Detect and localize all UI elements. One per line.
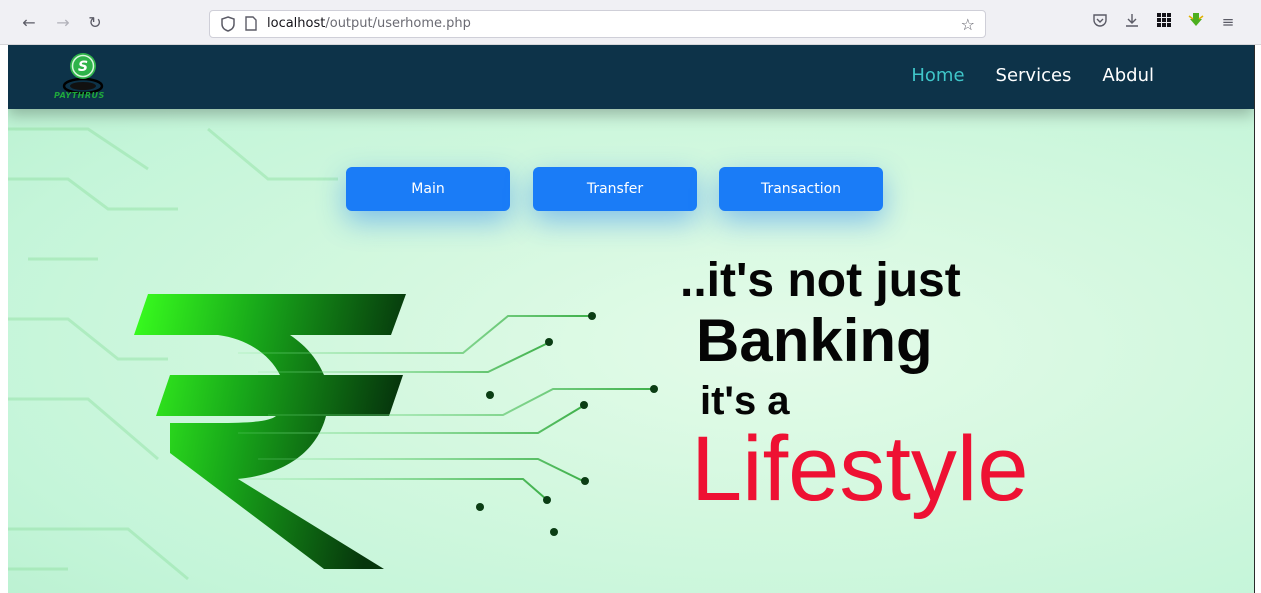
- rupee-symbol: [134, 294, 406, 569]
- page-viewport: S PAYTHRUS Home Services Abdul Main Tran…: [8, 45, 1254, 593]
- url-host: localhost: [267, 16, 326, 31]
- download-icon[interactable]: [1122, 12, 1142, 32]
- logo-text: PAYTHRUS: [54, 91, 105, 100]
- browser-toolbar: ← → ↻ localhost/output/userhome.php ☆ ≡: [0, 0, 1261, 45]
- transfer-button[interactable]: Transfer: [533, 167, 697, 211]
- main-button[interactable]: Main: [346, 167, 510, 211]
- hero-line-1: ..it's not just: [680, 254, 961, 307]
- address-bar[interactable]: localhost/output/userhome.php ☆: [209, 10, 986, 38]
- transaction-button[interactable]: Transaction: [719, 167, 883, 211]
- apps-grid-icon[interactable]: [1154, 12, 1174, 32]
- back-icon[interactable]: ←: [20, 14, 38, 32]
- site-navbar: S PAYTHRUS Home Services Abdul: [8, 45, 1254, 109]
- nav-user-link[interactable]: Abdul: [1102, 65, 1154, 86]
- pocket-icon[interactable]: [1090, 12, 1110, 32]
- url-text[interactable]: localhost/output/userhome.php: [267, 16, 471, 31]
- reload-icon[interactable]: ↻: [86, 14, 104, 32]
- nav-home-link[interactable]: Home: [911, 65, 964, 86]
- nav-services-link[interactable]: Services: [996, 65, 1072, 86]
- page-icon: [245, 16, 257, 31]
- hero-line-4: Lifestyle: [691, 418, 1029, 520]
- svg-text:S: S: [78, 59, 88, 75]
- nav-links: Home Services Abdul: [911, 65, 1154, 86]
- shield-icon: [221, 16, 235, 32]
- bookmark-star-icon[interactable]: ☆: [961, 15, 975, 34]
- circuit-nodes: [476, 312, 658, 536]
- forward-icon[interactable]: →: [54, 14, 72, 32]
- hero-line-3: it's a: [700, 379, 790, 423]
- window-edge: [1254, 45, 1261, 593]
- extension-download-icon[interactable]: [1186, 12, 1206, 32]
- menu-icon[interactable]: ≡: [1218, 12, 1238, 32]
- hero-line-2: Banking: [696, 307, 933, 374]
- url-path: /output/userhome.php: [325, 16, 471, 31]
